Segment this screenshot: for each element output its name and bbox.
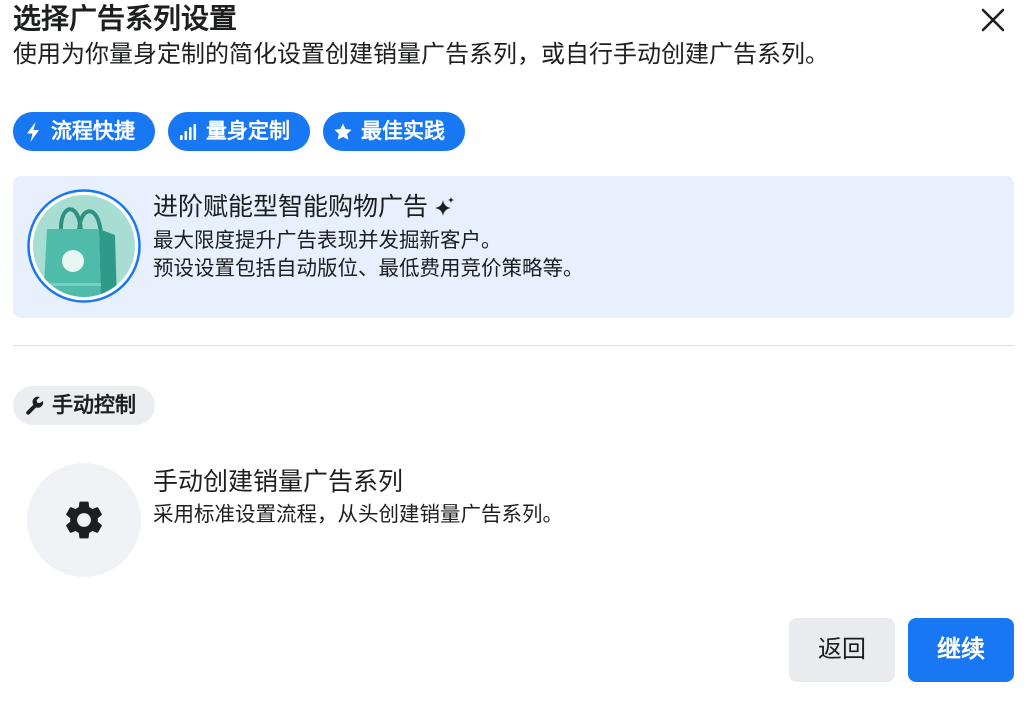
option-description-line: 最大限度提升广告表现并发掘新客户。 <box>153 229 502 252</box>
section-divider <box>13 345 1014 346</box>
bar-chart-icon <box>178 122 198 142</box>
star-icon <box>333 122 353 142</box>
continue-button[interactable]: 继续 <box>908 618 1014 682</box>
dialog-subtitle: 使用为你量身定制的简化设置创建销量广告系列，或自行手动创建广告系列。 <box>13 41 829 68</box>
option-description-line: 预设设置包括自动版位、最低费用竞价策略等。 <box>153 257 584 280</box>
close-icon[interactable] <box>980 7 1006 33</box>
benefit-tags: 流程快捷 量身定制 最佳实践 <box>13 112 465 151</box>
manual-control-label: 手动控制 <box>52 393 136 417</box>
shopping-bag-icon <box>27 189 141 303</box>
benefit-tag-label: 量身定制 <box>206 119 290 143</box>
option-manual-sales-campaign[interactable]: 手动创建销量广告系列 采用标准设置流程，从头创建销量广告系列。 <box>13 450 1014 592</box>
option-description: 采用标准设置流程，从头创建销量广告系列。 <box>153 503 563 526</box>
benefit-tag-streamlined: 流程快捷 <box>13 112 155 151</box>
option-description: 最大限度提升广告表现并发掘新客户。 预设设置包括自动版位、最低费用竞价策略等。 <box>153 227 584 283</box>
gear-icon <box>27 463 141 577</box>
option-title: 进阶赋能型智能购物广告 <box>153 193 429 221</box>
campaign-setup-dialog: 选择广告系列设置 使用为你量身定制的简化设置创建销量广告系列，或自行手动创建广告… <box>0 0 1027 720</box>
option-advantage-plus-shopping[interactable]: 进阶赋能型智能购物广告 最大限度提升广告表现并发掘新客户。 预设设置包括自动版位… <box>13 176 1014 318</box>
benefit-tag-label: 最佳实践 <box>361 119 445 143</box>
benefit-tag-tailored: 量身定制 <box>168 112 310 151</box>
benefit-tag-best-practices: 最佳实践 <box>323 112 465 151</box>
wrench-icon <box>24 396 44 416</box>
close-button[interactable] <box>980 7 1006 33</box>
option-title-row: 进阶赋能型智能购物广告 <box>153 192 455 222</box>
benefit-tag-label: 流程快捷 <box>51 119 135 143</box>
lightning-icon <box>23 121 43 142</box>
manual-control-tag: 手动控制 <box>13 386 155 425</box>
sparkle-icon <box>435 197 455 217</box>
dialog-title: 选择广告系列设置 <box>13 3 238 34</box>
option-title: 手动创建销量广告系列 <box>153 468 404 496</box>
option-title-row: 手动创建销量广告系列 <box>153 467 403 497</box>
back-button[interactable]: 返回 <box>789 618 895 682</box>
